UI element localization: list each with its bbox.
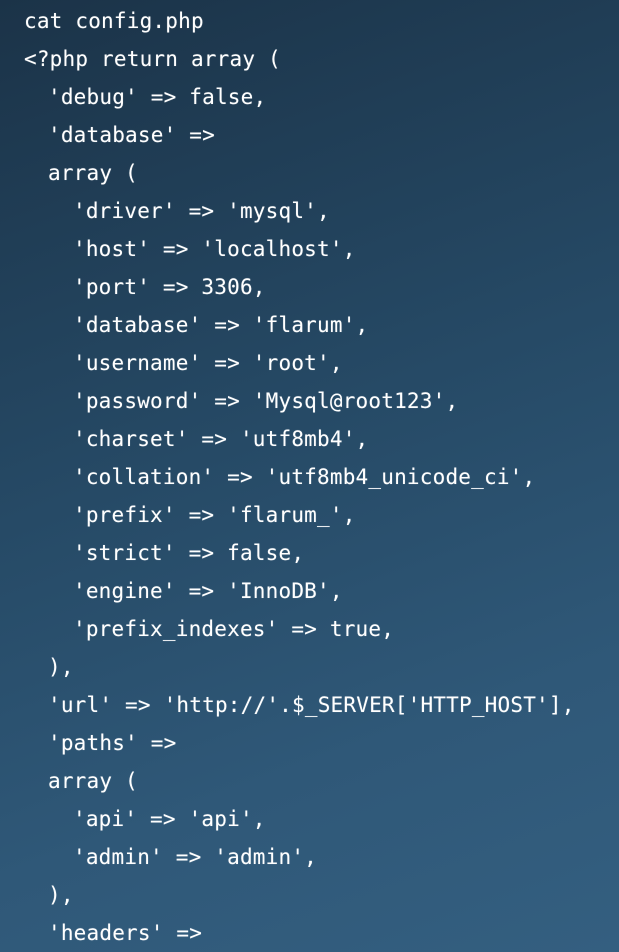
code-line: 'admin' => 'admin', bbox=[73, 845, 318, 869]
code-line: array ( bbox=[48, 161, 138, 185]
code-line: 'host' => 'localhost', bbox=[73, 237, 356, 261]
code-line: 'charset' => 'utf8mb4', bbox=[73, 427, 369, 451]
code-line: array ( bbox=[48, 769, 138, 793]
code-line: 'url' => 'http://'.$_SERVER['HTTP_HOST']… bbox=[48, 693, 575, 717]
code-line: 'driver' => 'mysql', bbox=[73, 199, 330, 223]
code-line: 'engine' => 'InnoDB', bbox=[73, 579, 343, 603]
code-line: <?php return array ( bbox=[24, 47, 281, 71]
code-line: 'password' => 'Mysql@root123', bbox=[73, 389, 459, 413]
code-line: 'headers' => bbox=[48, 921, 203, 945]
code-line: 'username' => 'root', bbox=[73, 351, 343, 375]
terminal-output: cat config.php <?php return array ( 'deb… bbox=[0, 0, 619, 952]
code-line: 'collation' => 'utf8mb4_unicode_ci', bbox=[73, 465, 536, 489]
code-line: 'prefix' => 'flarum_', bbox=[73, 503, 356, 527]
code-line: 'debug' => false, bbox=[48, 85, 267, 109]
code-line: 'prefix_indexes' => true, bbox=[73, 617, 395, 641]
code-line: ), bbox=[48, 883, 74, 907]
code-line: 'paths' => bbox=[48, 731, 177, 755]
code-line: 'api' => 'api', bbox=[73, 807, 266, 831]
code-line: 'port' => 3306, bbox=[73, 275, 266, 299]
command-line: cat config.php bbox=[24, 9, 204, 33]
code-line: 'strict' => false, bbox=[73, 541, 305, 565]
code-line: 'database' => bbox=[48, 123, 215, 147]
code-line: 'database' => 'flarum', bbox=[73, 313, 369, 337]
code-line: ), bbox=[48, 655, 74, 679]
